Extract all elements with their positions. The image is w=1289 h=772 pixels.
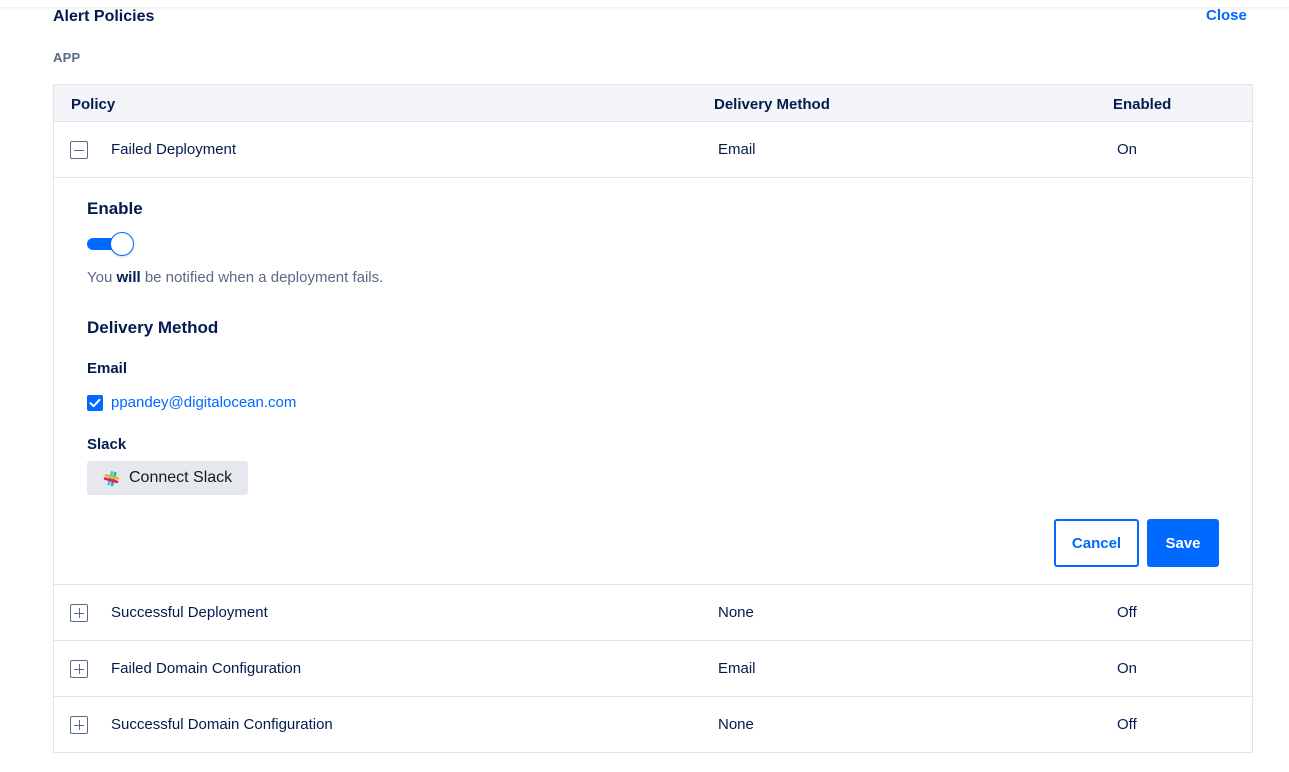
connect-slack-button[interactable]: Connect Slack <box>87 461 248 495</box>
table-row-successful-deployment[interactable]: Successful Deployment None Off <box>54 585 1252 641</box>
plus-square-icon[interactable] <box>70 716 88 734</box>
policy-settings-panel: Enable You will be notified when a deplo… <box>54 178 1252 585</box>
enabled-value: On <box>1117 660 1138 677</box>
cancel-button[interactable]: Cancel <box>1054 519 1139 567</box>
delivery-method-value: Email <box>718 660 756 677</box>
delivery-method-value: None <box>718 604 754 621</box>
notify-description: You will be notified when a deployment f… <box>87 269 384 286</box>
enabled-value: On <box>1117 141 1138 158</box>
enabled-value: Off <box>1117 604 1137 621</box>
save-button[interactable]: Save <box>1147 519 1219 567</box>
enable-heading: Enable <box>87 199 143 218</box>
top-bar <box>0 0 1289 7</box>
policy-name: Successful Deployment <box>111 604 268 621</box>
checkmark-icon <box>89 398 101 408</box>
minus-square-icon[interactable] <box>70 141 88 159</box>
email-heading: Email <box>87 360 128 377</box>
policy-name: Failed Domain Configuration <box>111 660 302 677</box>
enable-toggle[interactable] <box>87 232 135 256</box>
table-row-successful-domain-configuration[interactable]: Successful Domain Configuration None Off <box>54 697 1252 752</box>
column-header-enabled: Enabled <box>1113 96 1172 113</box>
slack-heading: Slack <box>87 436 127 453</box>
table-row-failed-deployment[interactable]: Failed Deployment Email On <box>54 122 1252 178</box>
plus-square-icon[interactable] <box>70 660 88 678</box>
table-header: Policy Delivery Method Enabled <box>54 85 1252 122</box>
column-header-policy: Policy <box>71 96 116 113</box>
alert-policies-table: Policy Delivery Method Enabled Failed De… <box>53 84 1253 753</box>
toggle-knob <box>110 232 134 256</box>
page-title: Alert Policies <box>53 8 155 25</box>
table-row-failed-domain-configuration[interactable]: Failed Domain Configuration Email On <box>54 641 1252 697</box>
connect-slack-label: Connect Slack <box>129 469 233 486</box>
column-header-delivery-method: Delivery Method <box>714 96 830 113</box>
slack-logo-icon <box>103 470 120 487</box>
section-label: APP <box>53 50 81 65</box>
delivery-method-heading: Delivery Method <box>87 318 219 337</box>
email-checkbox[interactable] <box>87 395 103 411</box>
policy-name: Successful Domain Configuration <box>111 716 333 733</box>
enabled-value: Off <box>1117 716 1137 733</box>
plus-square-icon[interactable] <box>70 604 88 622</box>
delivery-method-value: Email <box>718 141 756 158</box>
email-address-link[interactable]: ppandey@digitalocean.com <box>111 394 296 411</box>
close-link[interactable]: Close <box>1206 7 1247 24</box>
delivery-method-value: None <box>718 716 754 733</box>
policy-name: Failed Deployment <box>111 141 237 158</box>
